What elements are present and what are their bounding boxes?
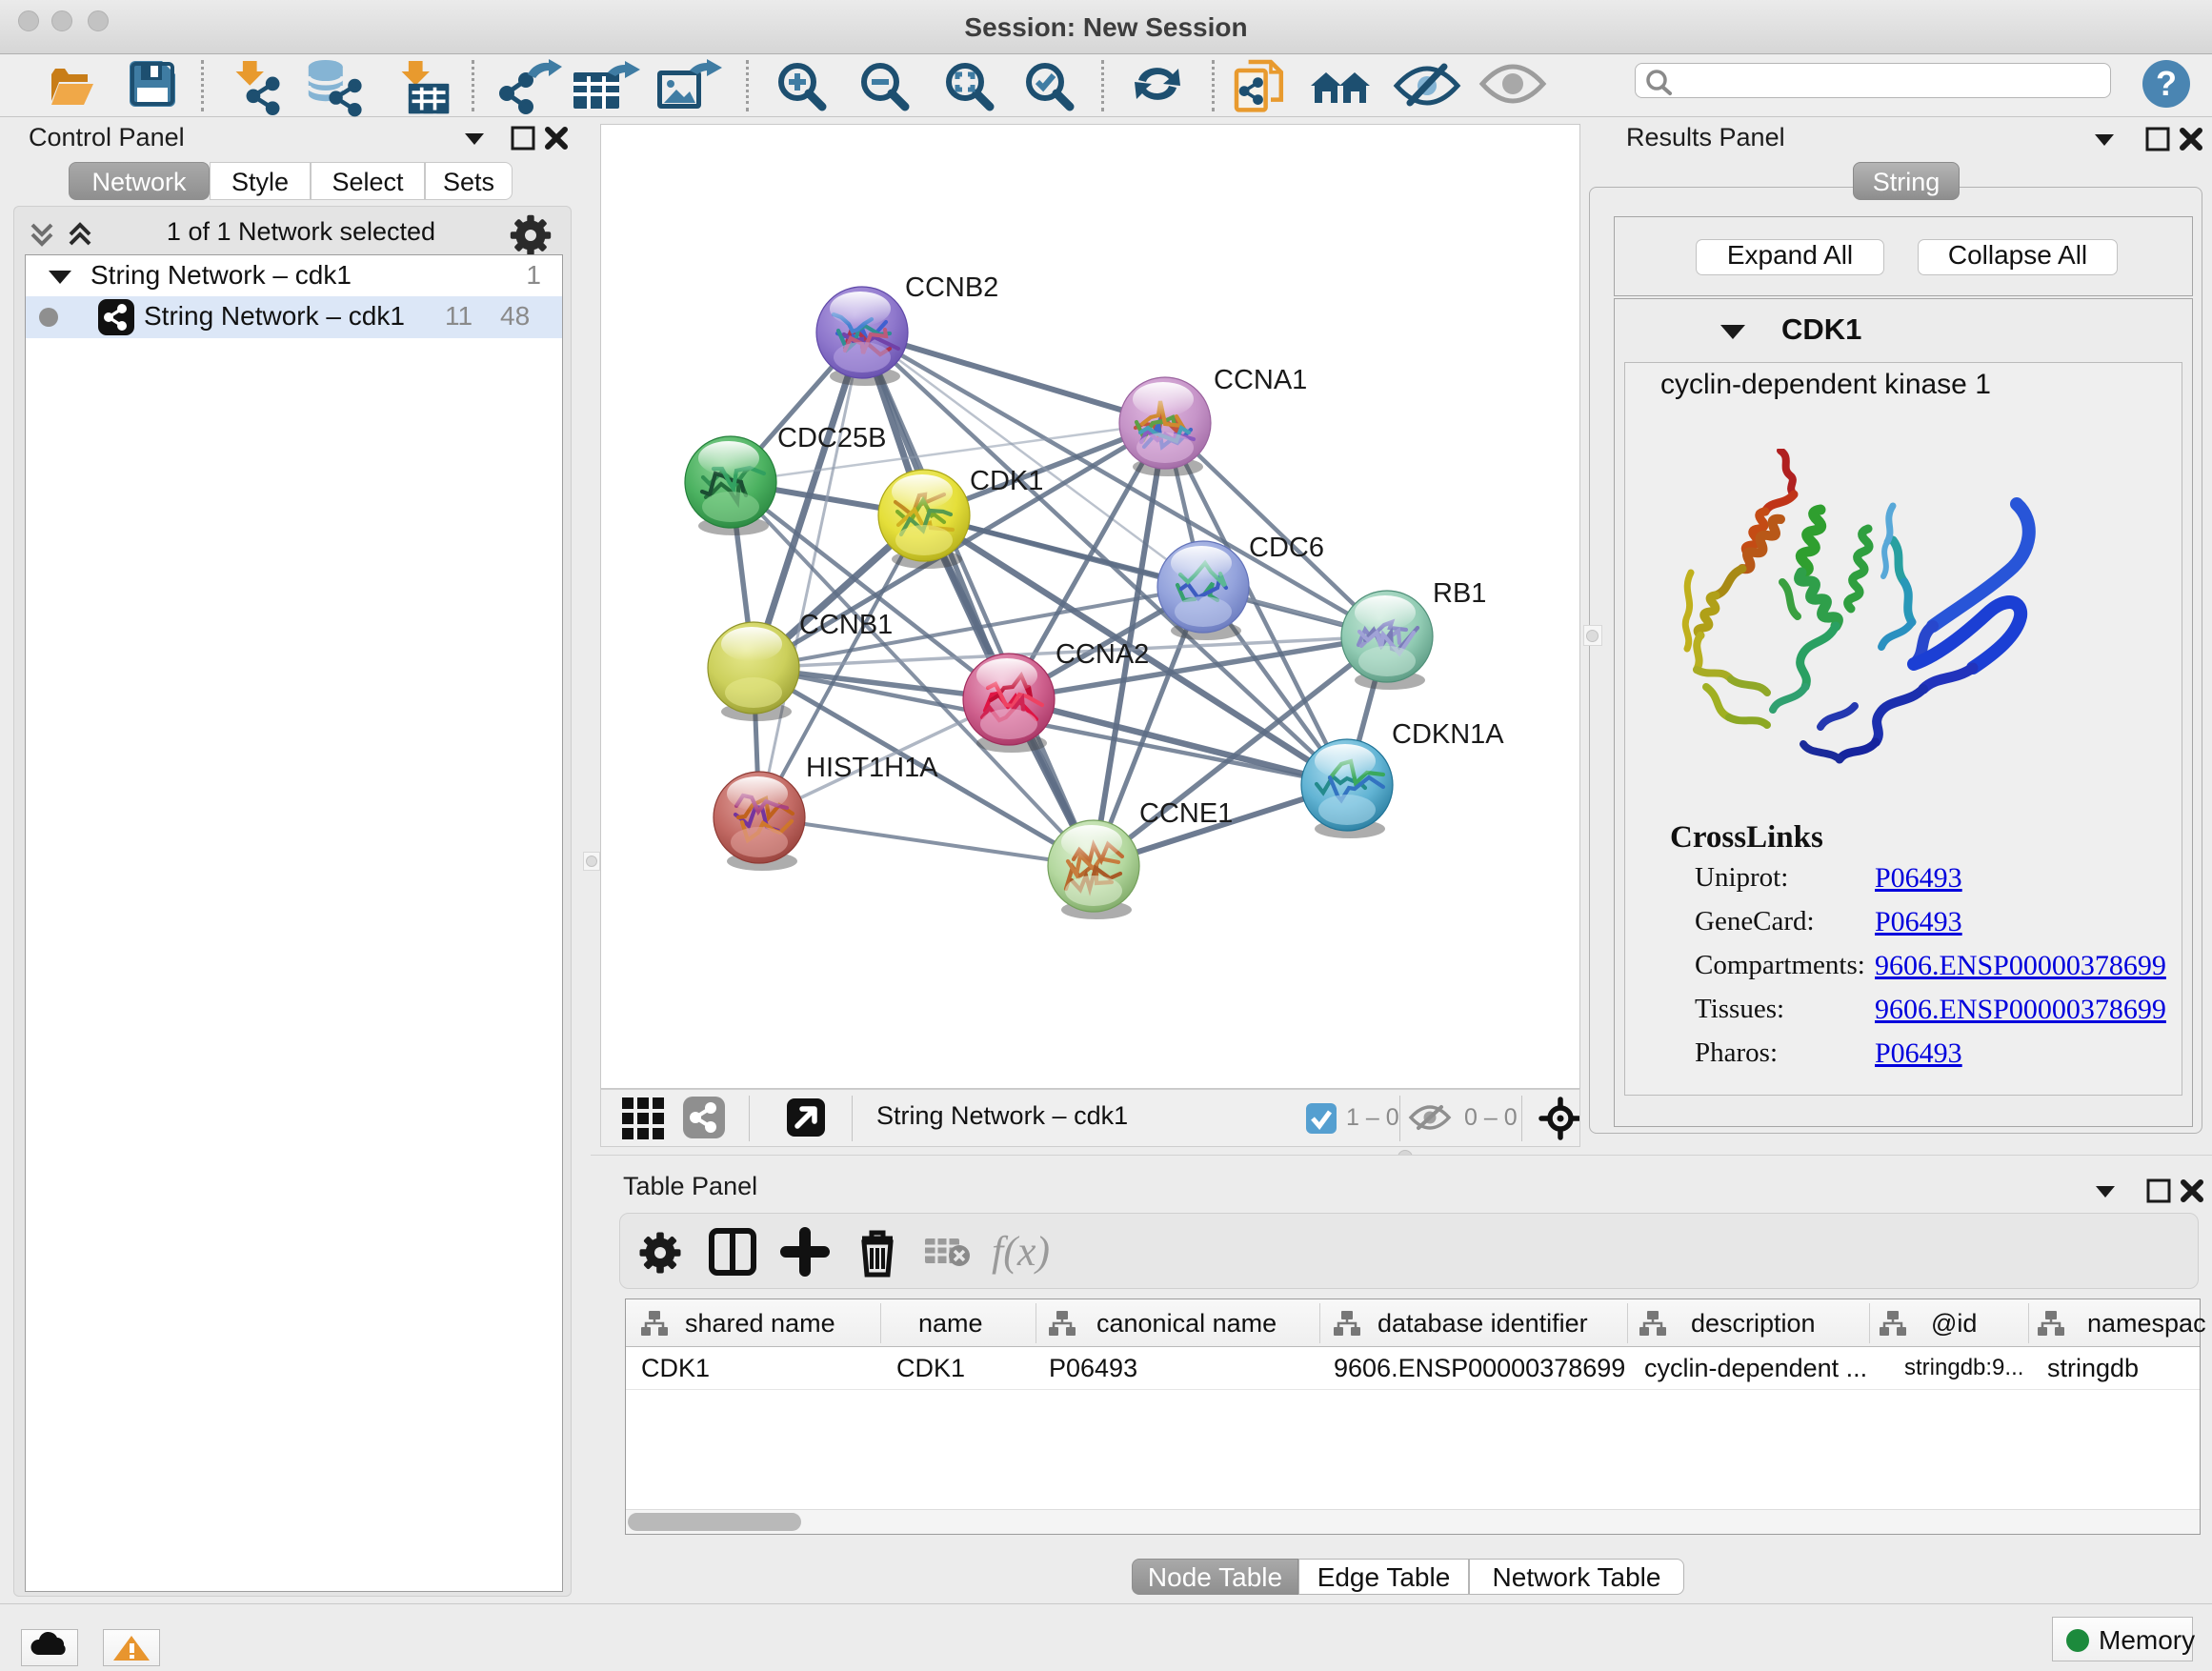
svg-text:CCNB1: CCNB1 [799, 610, 893, 640]
svg-text:HIST1H1A: HIST1H1A [806, 753, 938, 783]
svg-text:f(x): f(x) [992, 1228, 1050, 1275]
svg-text:CCNB2: CCNB2 [905, 272, 998, 303]
svg-text:CDKN1A: CDKN1A [1392, 719, 1504, 750]
svg-text:CDK1: CDK1 [970, 466, 1043, 496]
svg-text:CDC6: CDC6 [1249, 533, 1324, 563]
svg-text:CCNE1: CCNE1 [1139, 798, 1233, 829]
svg-text:RB1: RB1 [1433, 578, 1486, 609]
svg-text:?: ? [2156, 64, 2177, 103]
svg-text:CDC25B: CDC25B [777, 423, 886, 453]
svg-text:CCNA1: CCNA1 [1214, 365, 1307, 395]
svg-text:CCNA2: CCNA2 [1056, 639, 1149, 670]
